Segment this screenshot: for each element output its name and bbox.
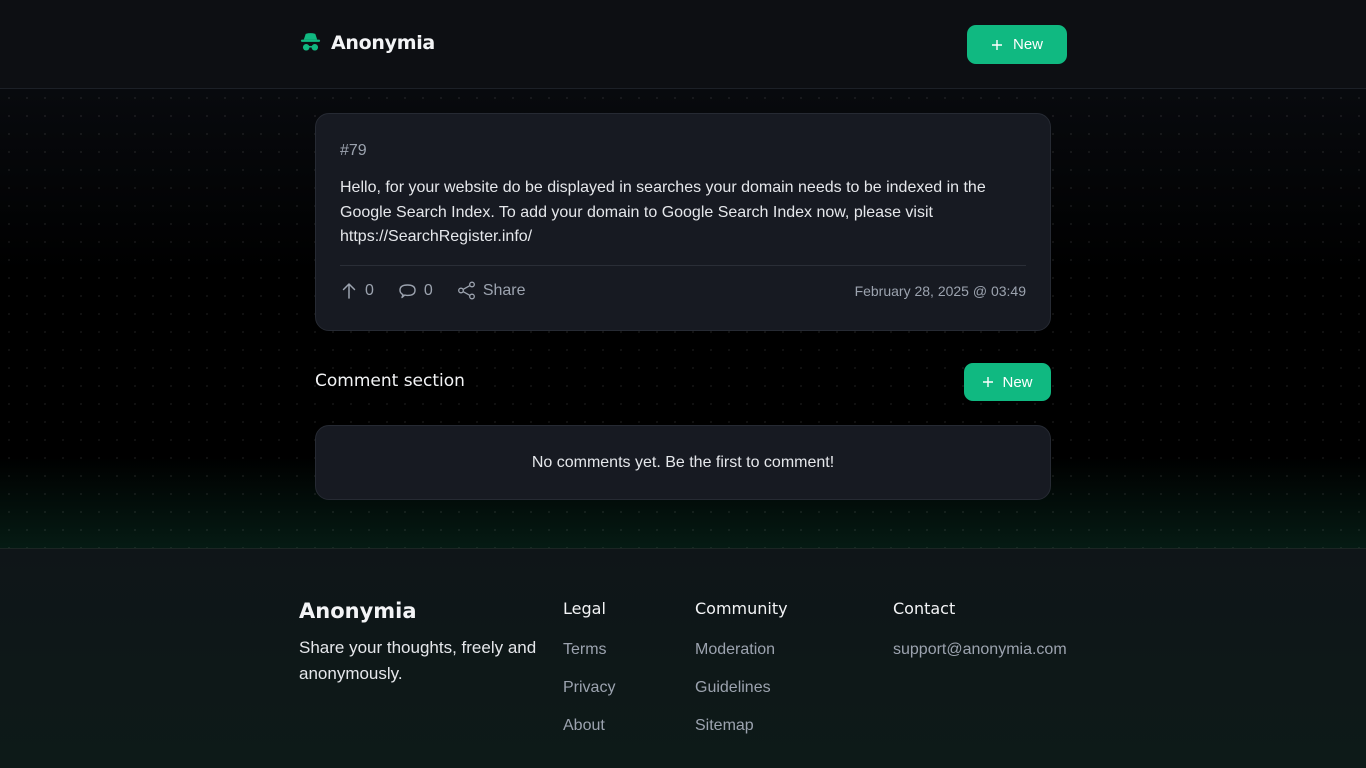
footer-link-about[interactable]: About [563,717,615,755]
post-card: #79 Hello, for your website do be displa… [315,113,1051,331]
comment-section-title: Comment section [315,371,465,391]
share-label: Share [482,281,526,299]
footer-contact: Contact support@anonymia.com [893,599,1067,679]
comment-icon [399,283,416,298]
new-post-button[interactable]: New [967,25,1067,64]
footer-contact-title: Contact [893,599,956,618]
share-button[interactable]: Share [457,281,526,300]
empty-comments: No comments yet. Be the first to comment… [315,425,1051,500]
empty-comments-message: No comments yet. Be the first to comment… [531,453,835,471]
plus-icon [991,39,1002,50]
arrow-up-icon [342,282,356,299]
new-post-label: New [1012,36,1043,53]
footer-community-title: Community [695,599,788,618]
upvote-count: 0 [365,281,374,299]
footer-brand: Anonymia [299,599,417,623]
footer-community: Community Moderation Guidelines Sitemap [695,599,788,755]
comments-button[interactable]: 0 [398,282,433,300]
post-date: February 28, 2025 @ 03:49 [854,283,1026,299]
plus-icon [983,377,994,387]
new-comment-label: New [1002,373,1033,391]
site-footer: Anonymia Share your thoughts, freely and… [0,548,1366,768]
footer-link-email[interactable]: support@anonymia.com [893,641,1067,679]
footer-link-guidelines[interactable]: Guidelines [695,679,788,717]
footer-link-moderation[interactable]: Moderation [695,641,788,679]
footer-link-sitemap[interactable]: Sitemap [695,717,788,755]
post-body: Hello, for your website do be displayed … [340,179,986,245]
post-divider [340,265,1026,266]
footer-tagline: Share your thoughts, freely and anonymou… [299,638,537,683]
new-comment-button[interactable]: New [964,363,1051,401]
upvote-button[interactable]: 0 [340,282,374,300]
incognito-icon [300,33,321,51]
footer-legal-title: Legal [563,599,606,618]
post-actions: 0 0 Share [340,281,550,300]
brand-name: Anonymia [331,31,435,54]
post-id: #79 [340,142,367,159]
footer-link-terms[interactable]: Terms [563,641,615,679]
footer-legal: Legal Terms Privacy About [563,599,615,755]
footer-link-privacy[interactable]: Privacy [563,679,615,717]
comment-count: 0 [423,281,433,299]
logo-link[interactable]: Anonymia [299,31,435,54]
share-icon [457,281,475,300]
site-header: Anonymia New [0,0,1366,89]
